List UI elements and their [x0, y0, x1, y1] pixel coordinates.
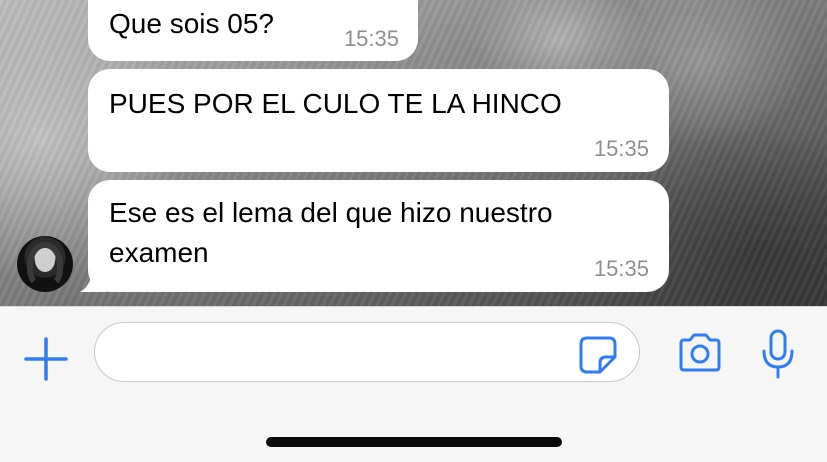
message-text: Ese es el lema del que hizo nuestro exam… — [109, 197, 553, 268]
chat-background: Que sois 05? 15:35 PUES POR EL CULO TE L… — [0, 0, 827, 306]
message-timestamp: 15:35 — [343, 26, 399, 51]
message-input[interactable] — [94, 322, 640, 382]
plus-icon[interactable] — [22, 335, 70, 383]
message-text: PUES POR EL CULO TE LA HINCO — [109, 88, 562, 119]
message-composer — [0, 306, 827, 462]
camera-icon[interactable] — [677, 333, 723, 373]
sticker-icon[interactable] — [578, 335, 618, 375]
microphone-icon[interactable] — [760, 329, 796, 379]
message-timestamp: 15:35 — [593, 136, 649, 161]
home-indicator[interactable] — [266, 437, 562, 447]
message-bubble[interactable]: Que sois 05? 15:35 — [88, 0, 418, 61]
message-timestamp: 15:35 — [593, 256, 649, 281]
message-bubble[interactable]: PUES POR EL CULO TE LA HINCO 15:35 — [88, 69, 669, 172]
avatar-face — [35, 248, 55, 272]
message-bubble[interactable]: Ese es el lema del que hizo nuestro exam… — [88, 180, 669, 292]
sender-avatar[interactable] — [17, 236, 73, 292]
